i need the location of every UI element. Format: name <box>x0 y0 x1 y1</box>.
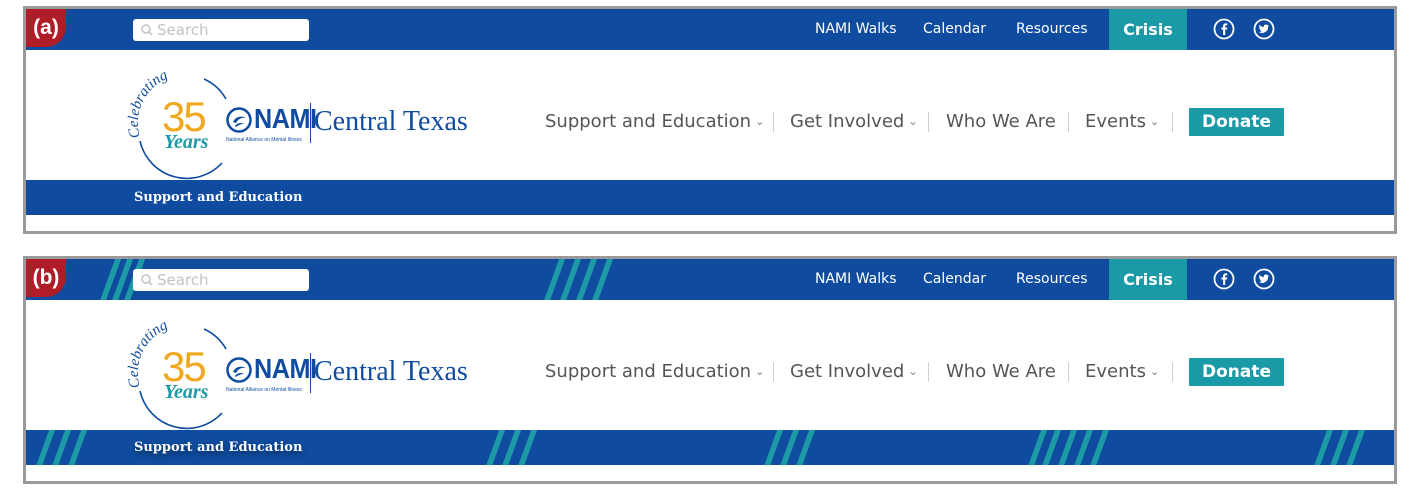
nami-logo-icon <box>226 107 252 133</box>
facebook-icon[interactable] <box>1213 268 1235 290</box>
section-title-bar: Support and Education <box>26 180 1394 215</box>
nami-tagline: National Alliance on Mental Illness <box>226 387 302 393</box>
header-variant-a: (a) NAMI Walks Calendar Resources Crisis… <box>23 6 1397 234</box>
crisis-button[interactable]: Crisis <box>1109 259 1187 300</box>
nav-divider <box>928 112 929 132</box>
search-box[interactable] <box>133 269 309 291</box>
affiliate-name: Central Texas <box>314 356 468 387</box>
chevron-down-icon: ⌄ <box>755 365 765 378</box>
logo-divider <box>310 353 311 393</box>
anniversary-years: Years <box>164 381 209 403</box>
nav-divider <box>1172 362 1173 382</box>
nav-divider <box>1068 112 1069 132</box>
nami-wordmark: NAMI <box>254 103 317 134</box>
nav-divider <box>928 362 929 382</box>
donate-button[interactable]: Donate <box>1189 358 1284 386</box>
search-icon <box>141 24 153 36</box>
utility-bar: NAMI Walks Calendar Resources Crisis <box>26 259 1394 300</box>
nav-support-education[interactable]: Support and Education ⌄ <box>545 359 764 385</box>
nav-link-resources[interactable]: Resources <box>1016 259 1088 300</box>
search-input[interactable] <box>155 21 297 39</box>
header-variant-b: (b) NAMI Walks Calendar Resources Crisis <box>23 256 1397 484</box>
nav-divider <box>773 112 774 132</box>
nami-wordmark: NAMI <box>254 353 317 384</box>
nami-logo-icon <box>226 357 252 383</box>
nav-link-calendar[interactable]: Calendar <box>923 9 986 50</box>
nav-link-nami-walks[interactable]: NAMI Walks <box>815 9 897 50</box>
nami-tagline: National Alliance on Mental Illness <box>226 137 302 143</box>
donate-button[interactable]: Donate <box>1189 108 1284 136</box>
nav-events[interactable]: Events ⌄ <box>1085 109 1159 135</box>
crisis-button[interactable]: Crisis <box>1109 9 1187 50</box>
affiliate-name: Central Texas <box>314 106 468 137</box>
nav-events[interactable]: Events ⌄ <box>1085 359 1159 385</box>
chevron-down-icon: ⌄ <box>908 115 918 128</box>
nav-get-involved[interactable]: Get Involved ⌄ <box>790 109 918 135</box>
nav-divider <box>1172 112 1173 132</box>
twitter-icon[interactable] <box>1253 268 1275 290</box>
search-input[interactable] <box>155 271 297 289</box>
search-icon <box>141 274 153 286</box>
search-box[interactable] <box>133 19 309 41</box>
nav-get-involved[interactable]: Get Involved ⌄ <box>790 359 918 385</box>
nav-link-resources[interactable]: Resources <box>1016 9 1088 50</box>
nav-who-we-are[interactable]: Who We Are <box>946 109 1056 135</box>
nav-divider <box>773 362 774 382</box>
nav-divider <box>1068 362 1069 382</box>
section-title: Support and Education <box>134 190 303 205</box>
nav-link-nami-walks[interactable]: NAMI Walks <box>815 259 897 300</box>
chevron-down-icon: ⌄ <box>908 365 918 378</box>
chevron-down-icon: ⌄ <box>755 115 765 128</box>
site-logo[interactable]: Celebrating 35 Years NAMI National Allia… <box>126 309 506 435</box>
section-title-bar: Support and Education <box>26 430 1394 465</box>
nav-who-we-are[interactable]: Who We Are <box>946 359 1056 385</box>
nav-support-education[interactable]: Support and Education ⌄ <box>545 109 764 135</box>
twitter-icon[interactable] <box>1253 18 1275 40</box>
site-logo[interactable]: Celebrating 35 Years NAMI National Allia… <box>126 59 506 185</box>
section-title: Support and Education <box>134 440 303 455</box>
utility-bar: NAMI Walks Calendar Resources Crisis <box>26 9 1394 50</box>
chevron-down-icon: ⌄ <box>1149 115 1160 128</box>
facebook-icon[interactable] <box>1213 18 1235 40</box>
anniversary-years: Years <box>164 131 209 153</box>
logo-divider <box>310 103 311 143</box>
chevron-down-icon: ⌄ <box>1149 365 1160 378</box>
nav-link-calendar[interactable]: Calendar <box>923 259 986 300</box>
